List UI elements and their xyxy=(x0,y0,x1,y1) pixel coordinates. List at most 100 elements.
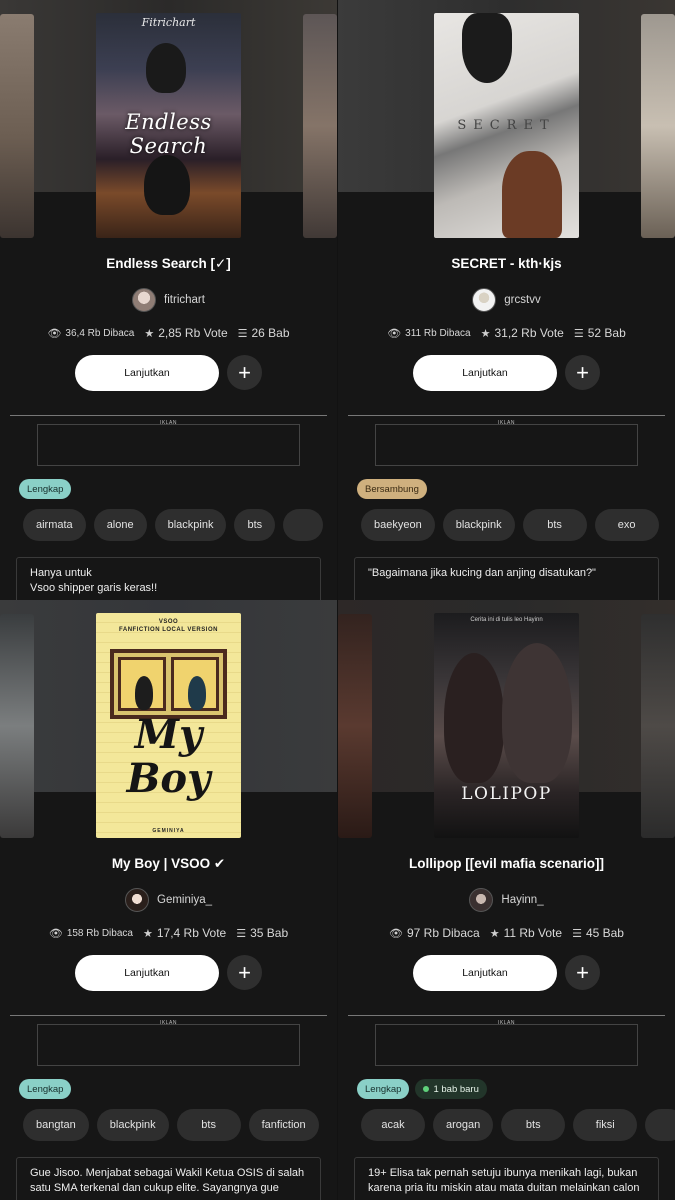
tag-chip[interactable] xyxy=(283,509,324,541)
ad-slot[interactable] xyxy=(37,424,300,466)
next-cover-thumbnail[interactable] xyxy=(641,14,675,238)
tag-chip[interactable]: airmata xyxy=(23,509,86,541)
cover-subtitle: Cerita ini di tulis leo Hayinn xyxy=(470,617,543,623)
tag-chip[interactable]: fanfiction xyxy=(248,1109,319,1141)
avatar xyxy=(125,888,150,912)
author-row[interactable]: Geminiya_ xyxy=(0,887,337,913)
story-description[interactable]: "Bagaimana jika kucing dan anjing disatu… xyxy=(354,557,659,600)
author-row[interactable]: fitrichart xyxy=(0,287,337,313)
tag-chip[interactable]: blackpink xyxy=(96,1109,169,1141)
story-description[interactable]: Hanya untuk Vsoo shipper garis keras!! xyxy=(16,557,321,600)
ad-slot[interactable] xyxy=(375,424,638,466)
next-cover-thumbnail[interactable] xyxy=(303,14,337,238)
cover-author-credit: GEMINIYA xyxy=(152,828,185,834)
tag-chip[interactable] xyxy=(645,1109,675,1141)
story-title[interactable]: Lollipop [[evil mafia scenario]] xyxy=(338,856,675,871)
tag-chip[interactable]: exo xyxy=(594,509,659,541)
book-cover[interactable]: Cerita ini di tulis leo Hayinn LOLIPOP xyxy=(434,613,579,838)
plus-icon: + xyxy=(576,959,589,985)
tag-chip[interactable]: arogan xyxy=(433,1109,494,1141)
status-badge: Lengkap xyxy=(19,479,72,499)
story-card: SECRET SECRET - kth·kjs grcstvv 👁 311 Rb … xyxy=(338,0,675,600)
story-description[interactable]: Gue Jisoo. Menjabat sebagai Wakil Ketua … xyxy=(16,1157,321,1200)
cover-figure xyxy=(146,43,186,93)
avatar xyxy=(132,288,157,312)
status-row: Lengkap xyxy=(19,1079,72,1099)
cover-figure xyxy=(502,151,562,238)
story-card: VSOO FANFICTION LOCAL VERSION My Boy GEM… xyxy=(0,600,337,1200)
story-description[interactable]: 19+ Elisa tak pernah setuju ibunya menik… xyxy=(354,1157,659,1200)
tag-chip[interactable]: acak xyxy=(361,1109,425,1141)
chapters-stat: ☰ 52 Bab xyxy=(573,326,626,340)
tag-chip[interactable]: bts xyxy=(176,1109,241,1141)
list-icon: ☰ xyxy=(573,327,584,340)
plus-icon: + xyxy=(576,359,589,385)
story-title[interactable]: My Boy | VSOO ✔ xyxy=(0,856,337,872)
chapters-stat: ☰ 26 Bab xyxy=(237,326,290,340)
add-to-library-button[interactable]: + xyxy=(565,355,600,390)
story-title[interactable]: SECRET - kth·kjs xyxy=(338,256,675,271)
eye-icon: 👁 xyxy=(48,927,63,940)
avatar xyxy=(469,888,494,912)
add-to-library-button[interactable]: + xyxy=(227,955,262,990)
tag-chip[interactable]: blackpink xyxy=(442,509,515,541)
continue-reading-button[interactable]: Lanjutkan xyxy=(75,955,219,991)
tag-chip[interactable]: bangtan xyxy=(23,1109,89,1141)
votes-stat: ★ 11 Rb Vote xyxy=(489,926,563,940)
cover-figure xyxy=(144,155,190,215)
reads-stat: 👁 36,4 Rb Dibaca xyxy=(47,327,135,340)
tag-chip[interactable]: baekyeon xyxy=(361,509,435,541)
tag-chip[interactable]: alone xyxy=(93,509,147,541)
tag-chip[interactable]: bts xyxy=(501,1109,566,1141)
status-row: Lengkap xyxy=(19,479,72,499)
status-row: Bersambung xyxy=(357,479,427,499)
continue-reading-button[interactable]: Lanjutkan xyxy=(413,955,557,991)
eye-icon: 👁 xyxy=(387,327,402,340)
story-card: Cerita ini di tulis leo Hayinn LOLIPOP L… xyxy=(338,600,675,1200)
status-badge: Bersambung xyxy=(357,479,427,499)
add-to-library-button[interactable]: + xyxy=(565,955,600,990)
story-stats: 👁 158 Rb Dibaca ★ 17,4 Rb Vote ☰ 35 Bab xyxy=(0,926,337,940)
previous-cover-thumbnail[interactable] xyxy=(0,14,34,238)
continue-reading-button[interactable]: Lanjutkan xyxy=(413,355,557,391)
ad-slot[interactable] xyxy=(37,1024,300,1066)
story-title[interactable]: Endless Search [✓] xyxy=(0,256,337,272)
cover-author-credit: Fitrichart xyxy=(141,16,196,29)
book-cover[interactable]: Fitrichart Endless Search xyxy=(96,13,241,238)
add-to-library-button[interactable]: + xyxy=(227,355,262,390)
status-badge: Lengkap xyxy=(19,1079,72,1099)
cover-subtitle: VSOO FANFICTION LOCAL VERSION xyxy=(119,619,218,633)
book-cover[interactable]: VSOO FANFICTION LOCAL VERSION My Boy GEM… xyxy=(96,613,241,838)
story-stats: 👁 97 Rb Dibaca ★ 11 Rb Vote ☰ 45 Bab xyxy=(338,926,675,940)
cover-figure xyxy=(462,13,512,83)
story-stats: 👁 36,4 Rb Dibaca ★ 2,85 Rb Vote ☰ 26 Bab xyxy=(0,326,337,340)
eye-icon: 👁 xyxy=(389,927,403,940)
star-icon: ★ xyxy=(142,927,153,940)
tag-chip[interactable]: bts xyxy=(522,509,587,541)
previous-cover-thumbnail[interactable] xyxy=(338,614,372,838)
list-icon: ☰ xyxy=(572,927,582,940)
author-row[interactable]: grcstvv xyxy=(338,287,675,313)
book-cover[interactable]: SECRET xyxy=(434,13,579,238)
chapters-stat: ☰ 45 Bab xyxy=(572,926,624,940)
star-icon: ★ xyxy=(480,327,491,340)
green-dot-icon xyxy=(423,1086,430,1092)
reads-stat: 👁 97 Rb Dibaca xyxy=(389,926,480,940)
story-card: Fitrichart Endless Search Endless Search… xyxy=(0,0,337,600)
reads-stat: 👁 311 Rb Dibaca xyxy=(387,327,471,340)
tag-list: airmata alone blackpink bts xyxy=(23,509,324,541)
ad-slot[interactable] xyxy=(375,1024,638,1066)
author-row[interactable]: Hayinn_ xyxy=(338,887,675,913)
tag-chip[interactable]: blackpink xyxy=(154,509,227,541)
continue-reading-button[interactable]: Lanjutkan xyxy=(75,355,219,391)
author-name: fitrichart xyxy=(164,294,205,306)
next-cover-thumbnail[interactable] xyxy=(641,614,675,838)
cover-title: Endless Search xyxy=(125,110,212,158)
list-icon: ☰ xyxy=(237,327,248,340)
previous-cover-thumbnail[interactable] xyxy=(0,614,34,838)
tag-chip[interactable]: bts xyxy=(234,509,276,541)
tag-chip[interactable]: fiksi xyxy=(573,1109,638,1141)
star-icon: ★ xyxy=(144,327,155,340)
votes-stat: ★ 2,85 Rb Vote xyxy=(144,326,228,340)
new-chapter-badge: 1 bab baru xyxy=(415,1079,487,1099)
